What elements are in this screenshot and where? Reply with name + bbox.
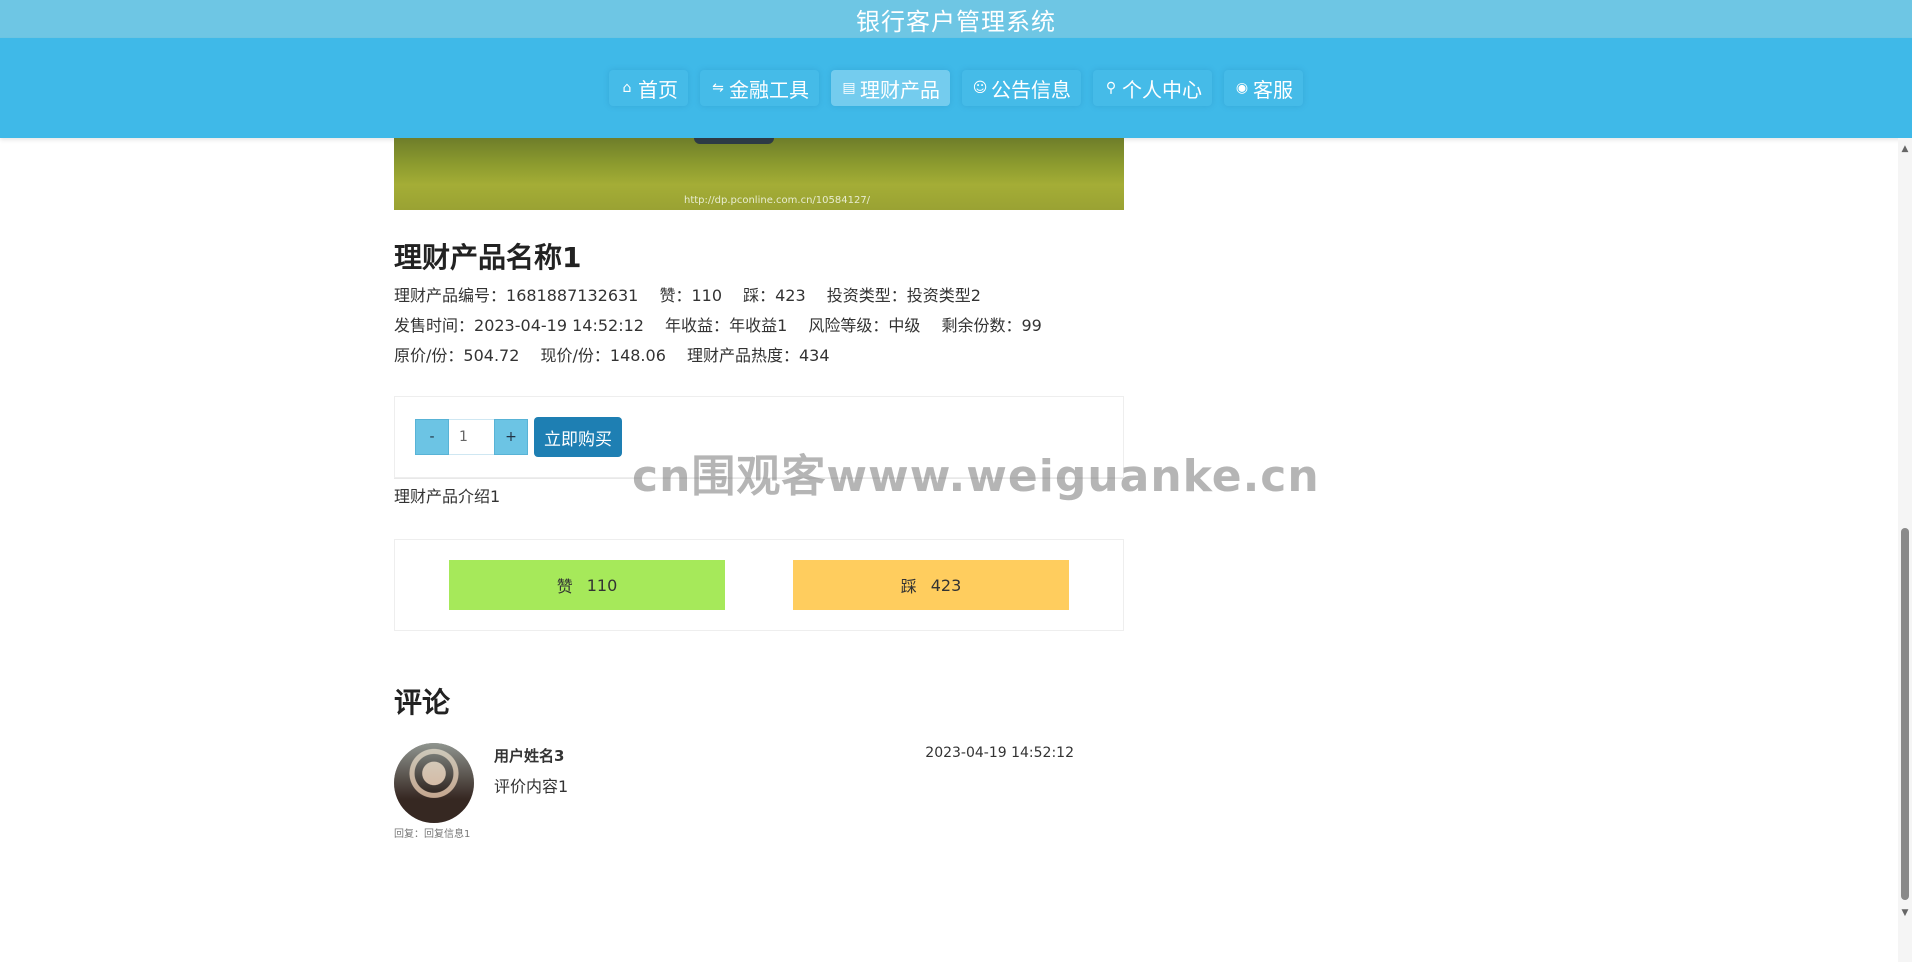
top-title-bar: 银行客户管理系统 [0,0,1912,38]
comment-time: 2023-04-19 14:52:12 [925,745,1074,761]
like-count: 110 [586,575,618,595]
site-title: 银行客户管理系统 [856,7,1056,36]
nav-item-label: 个人中心 [1122,77,1202,102]
comment-item: 用户姓名3 评价内容1 2023-04-19 14:52:12 回复：回复信息1 [394,743,1124,853]
avatar [394,743,474,823]
nav-item-announcements[interactable]: ☺ 公告信息 [962,70,1081,106]
product-meta-line-2: 发售时间：2023-04-19 14:52:12 年收益：年收益1 风险等级：中… [394,316,1124,336]
nav-item-personal-center[interactable]: ⚲ 个人中心 [1093,70,1212,106]
product-likes: 赞：110 [659,286,723,305]
comment-user-name: 用户姓名3 [494,747,565,765]
scroll-down-icon[interactable]: ▼ [1900,908,1910,918]
scrollbar-thumb[interactable] [1901,528,1909,900]
comment-content: 评价内容1 [494,777,569,796]
comment-reply: 回复：回复信息1 [394,829,471,840]
product-heat: 理财产品热度：434 [686,346,830,365]
quantity-stepper: - + [415,419,528,455]
nav-item-home[interactable]: ⌂ 首页 [609,70,688,106]
product-code: 理财产品编号：1681887132631 [394,286,639,305]
product-image-detail [694,138,774,144]
like-label: 赞 [556,577,573,596]
product-dislikes: 踩：423 [743,286,806,305]
main-nav: ⌂ 首页 ⇋ 金融工具 ▤ 理财产品 ☺ 公告信息 ⚲ 个人中心 ◉ 客服 [0,38,1912,138]
comments-title: 评论 [394,686,451,719]
product-type: 投资类型：投资类型2 [826,286,981,305]
product-image: http://dp.pconline.com.cn/10584127/ [394,138,1124,210]
exchange-icon: ⇋ [712,80,724,96]
nav-item-label: 公告信息 [991,77,1071,102]
annual-return: 年收益：年收益1 [665,316,788,335]
smile-icon: ☺ [972,80,988,96]
nav-item-financial-tools[interactable]: ⇋ 金融工具 [700,70,819,106]
support-icon: ◉ [1235,80,1249,96]
scroll-up-icon[interactable]: ▲ [1900,144,1910,154]
product-meta-line-1: 理财产品编号：1681887132631 赞：110 踩：423 投资类型：投资… [394,286,1124,306]
nav-item-wealth-products[interactable]: ▤ 理财产品 [831,70,950,106]
nav-item-label: 客服 [1253,77,1293,102]
original-price: 原价/份：504.72 [394,346,520,365]
document-icon: ▤ [842,80,856,96]
remaining-shares: 剩余份数：99 [941,316,1042,335]
dislike-count: 423 [930,575,962,595]
sale-time: 发售时间：2023-04-19 14:52:12 [394,316,644,335]
nav-item-customer-service[interactable]: ◉ 客服 [1224,70,1303,106]
nav-item-label: 金融工具 [729,77,809,102]
quantity-input[interactable] [449,419,494,455]
dislike-button[interactable]: 踩 423 [793,560,1069,610]
product-title: 理财产品名称1 [394,241,582,274]
like-button[interactable]: 赞 110 [449,560,725,610]
current-price: 现价/份：148.06 [540,346,666,365]
risk-level: 风险等级：中级 [808,316,921,335]
increase-quantity-button[interactable]: + [494,419,528,455]
buy-now-button[interactable]: 立即购买 [534,417,622,457]
dislike-label: 踩 [900,577,917,596]
decrease-quantity-button[interactable]: - [415,419,449,455]
watermark: cn围观客www.weiguanke.cn [632,451,1320,502]
user-icon: ⚲ [1105,80,1117,96]
product-meta-line-3: 原价/份：504.72 现价/份：148.06 理财产品热度：434 [394,346,1124,366]
home-icon: ⌂ [622,80,632,96]
vote-panel: 赞 110 踩 423 [394,539,1124,631]
nav-item-label: 理财产品 [860,77,940,102]
nav-item-label: 首页 [638,77,678,102]
image-caption: http://dp.pconline.com.cn/10584127/ [684,195,871,206]
